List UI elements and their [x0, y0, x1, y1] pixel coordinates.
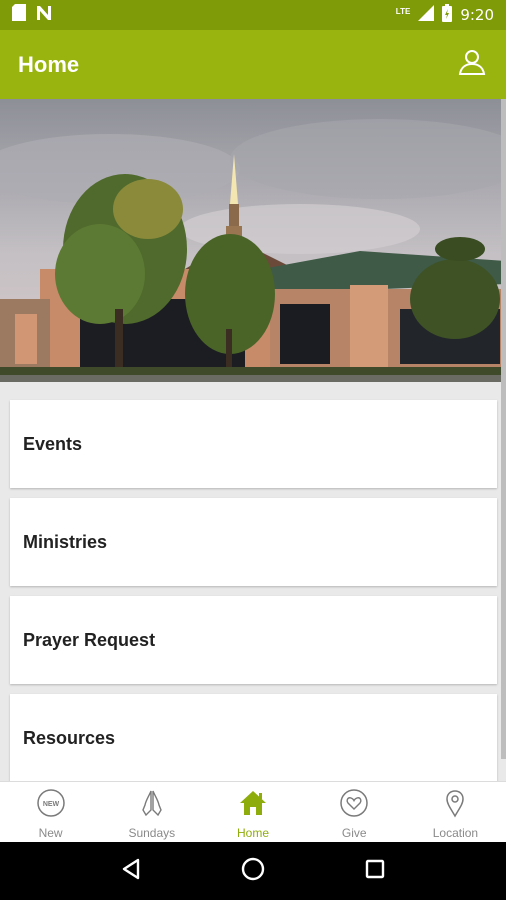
praying-hands-icon — [137, 788, 167, 823]
signal-icon — [418, 5, 435, 25]
menu-item-label: Events — [23, 433, 83, 454]
hero-image — [0, 99, 506, 382]
menu-item-resources[interactable]: Resources — [10, 694, 497, 782]
nav-label: Home — [237, 826, 270, 840]
menu-list: Events Ministries Prayer Request Resourc… — [10, 400, 497, 792]
nav-label: New — [38, 826, 63, 840]
nav-item-sundays[interactable]: Sundays — [101, 782, 202, 842]
nav-item-new[interactable]: NEW New — [0, 782, 101, 842]
menu-item-prayer-request[interactable]: Prayer Request — [10, 596, 497, 684]
clock: 9:20 — [460, 6, 494, 24]
nav-item-home[interactable]: Home — [202, 782, 303, 842]
new-badge-icon: NEW — [36, 788, 66, 823]
nav-item-give[interactable]: Give — [304, 782, 405, 842]
profile-button[interactable] — [456, 49, 488, 81]
system-nav-bar — [0, 842, 506, 900]
new-badge-text: NEW — [42, 801, 59, 808]
nav-label: Sundays — [128, 826, 176, 840]
menu-item-label: Prayer Request — [23, 629, 156, 650]
home-circle-icon[interactable] — [240, 856, 266, 887]
battery-icon — [442, 4, 453, 26]
menu-item-label: Resources — [23, 727, 116, 748]
app-bar: Home — [0, 30, 506, 99]
nav-label: Location — [432, 826, 479, 840]
recents-icon[interactable] — [363, 857, 387, 886]
n-notification-icon — [36, 5, 52, 26]
back-icon[interactable] — [119, 857, 143, 886]
heart-icon — [339, 788, 369, 823]
scrollbar[interactable] — [501, 99, 506, 759]
location-pin-icon — [440, 788, 470, 823]
status-bar: LTE 9:20 — [0, 0, 506, 30]
page-title: Home — [18, 51, 80, 77]
menu-item-ministries[interactable]: Ministries — [10, 498, 497, 586]
menu-item-events[interactable]: Events — [10, 400, 497, 488]
menu-item-label: Ministries — [23, 531, 108, 552]
network-type: LTE — [395, 6, 411, 16]
bottom-nav: NEW New Sundays Home Give Location — [0, 781, 506, 842]
home-icon — [238, 788, 268, 823]
sd-card-icon — [12, 4, 26, 26]
user-icon — [458, 48, 486, 81]
nav-item-location[interactable]: Location — [405, 782, 506, 842]
nav-label: Give — [341, 826, 367, 840]
